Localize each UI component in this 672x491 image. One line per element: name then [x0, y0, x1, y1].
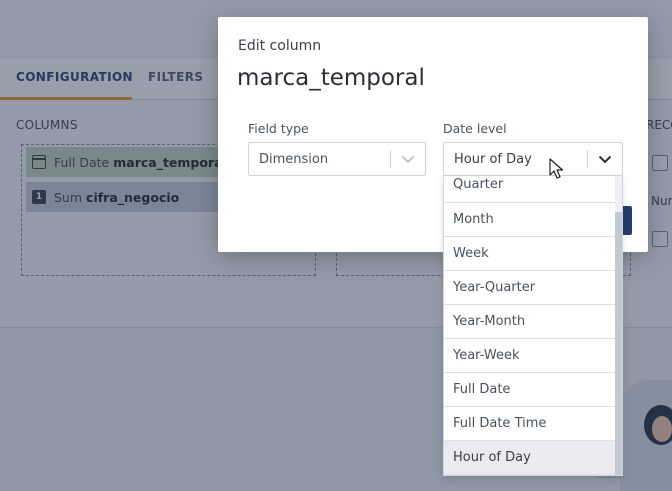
menu-option-month[interactable]: Month	[444, 203, 616, 237]
menu-option-full-date[interactable]: Full Date	[444, 373, 616, 407]
field-type-select[interactable]: Dimension	[248, 142, 426, 176]
menu-option-hour-of-day[interactable]: Hour of Day	[444, 441, 616, 475]
date-level-label: Date level	[443, 121, 507, 136]
menu-option-week[interactable]: Week	[444, 237, 616, 271]
date-level-options: Quarter Month Week Year-Quarter Year-Mon…	[444, 176, 616, 475]
menu-option-year-week[interactable]: Year-Week	[444, 339, 616, 373]
menu-option-quarter[interactable]: Quarter	[444, 176, 616, 203]
date-level-select[interactable]: Hour of Day	[443, 142, 623, 176]
menu-option-full-date-time[interactable]: Full Date Time	[444, 407, 616, 441]
menu-option-year-quarter[interactable]: Year-Quarter	[444, 271, 616, 305]
mouse-pointer-icon	[549, 158, 564, 179]
chevron-down-icon[interactable]	[588, 143, 622, 175]
field-type-label: Field type	[248, 121, 309, 136]
apply-button[interactable]	[623, 206, 632, 235]
chevron-down-icon[interactable]	[391, 143, 425, 175]
dialog-subtitle: Edit column	[238, 38, 322, 54]
date-level-menu[interactable]: Quarter Month Week Year-Quarter Year-Mon…	[443, 176, 623, 476]
date-level-value: Hour of Day	[454, 151, 532, 167]
menu-option-year-month[interactable]: Year-Month	[444, 305, 616, 339]
menu-scrollbar-thumb[interactable]	[615, 212, 622, 475]
dialog-title: marca_temporal	[237, 65, 425, 91]
field-type-value: Dimension	[259, 151, 329, 167]
